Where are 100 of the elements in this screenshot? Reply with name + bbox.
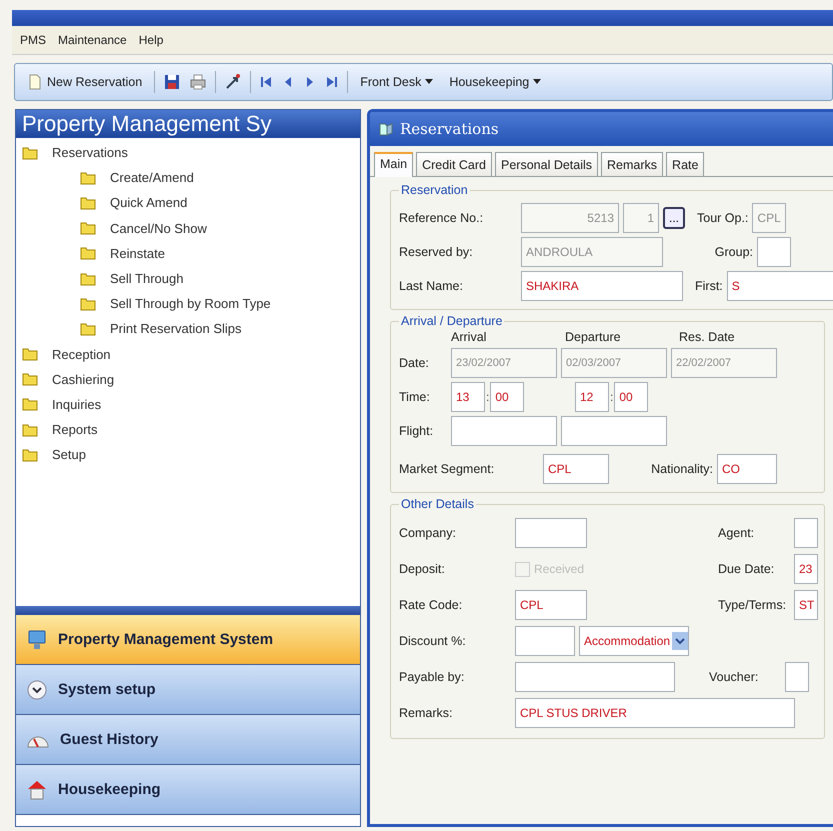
accommodation-dropdown[interactable]: Accommodation (579, 626, 690, 656)
nav-button[interactable]: Property Management System (16, 615, 360, 665)
folder-icon (22, 372, 38, 386)
column-heading: Res. Date (679, 330, 736, 344)
tree-item[interactable]: Print Reservation Slips (16, 316, 360, 342)
panel-title: Property Management Sy (16, 110, 360, 138)
tab[interactable]: Main (374, 152, 414, 177)
printer-icon[interactable] (189, 73, 208, 91)
tree-item[interactable]: Sell Through by Room Type (16, 291, 360, 316)
folder-icon (80, 221, 96, 236)
resize-icon[interactable] (224, 73, 242, 91)
splitter-handle[interactable] (16, 606, 360, 615)
nationality-field[interactable]: CO (717, 454, 777, 484)
house-icon (26, 778, 48, 800)
menu-item[interactable]: Help (138, 33, 164, 47)
payable-by-field[interactable] (515, 662, 675, 692)
due-date-field[interactable]: 23 (794, 554, 818, 584)
tab[interactable]: Rate (666, 152, 704, 176)
group-legend: Other Details (399, 497, 476, 511)
field-label: Group: (714, 245, 753, 259)
field-label: Payable by: (399, 670, 466, 684)
time-separator: : (486, 390, 490, 404)
tree-item[interactable]: Setup (16, 442, 360, 468)
new-reservation-button[interactable]: New Reservation (23, 72, 146, 92)
tree-item[interactable]: Reinstate (16, 240, 360, 266)
first-record-icon[interactable] (259, 74, 274, 90)
tree-item[interactable]: Quick Amend (16, 190, 360, 216)
field-label: Last Name: (399, 279, 464, 293)
tree-item[interactable]: Reports (16, 417, 360, 442)
folder-icon (22, 422, 38, 437)
book-icon (378, 121, 394, 137)
type-terms-field[interactable]: ST (794, 590, 818, 620)
folder-icon (80, 272, 96, 286)
hour-field[interactable]: 12 (575, 382, 609, 412)
nav-button[interactable]: Housekeeping (16, 765, 360, 815)
caret-icon (533, 79, 542, 85)
rate-code-field[interactable]: CPL (515, 590, 587, 620)
tree-item[interactable]: Cancel/No Show (16, 216, 360, 241)
tab[interactable]: Credit Card (416, 152, 492, 176)
group-field[interactable] (757, 237, 791, 267)
folder-icon (22, 397, 38, 412)
checkbox-label: Received (534, 562, 584, 576)
market-segment-field[interactable]: CPL (543, 454, 609, 484)
folder-icon (80, 246, 96, 260)
column-heading: Departure (565, 330, 622, 344)
field-label: Market Segment: (399, 462, 496, 476)
field-label: Discount %: (399, 634, 467, 648)
menu-item[interactable]: Maintenance (58, 33, 127, 47)
field-label: Reserved by: (399, 245, 474, 259)
tab[interactable]: Personal Details (495, 152, 598, 176)
last-record-icon[interactable] (325, 74, 340, 90)
tree-item[interactable]: Reservations (16, 140, 360, 166)
hour-field[interactable]: 13 (451, 382, 485, 412)
minute-field[interactable]: 00 (490, 382, 524, 412)
minute-field[interactable]: 00 (614, 382, 648, 412)
field-label: Company: (399, 526, 457, 540)
folder-icon (80, 170, 96, 185)
company-field[interactable] (515, 518, 587, 548)
folder-icon (22, 146, 38, 160)
toolbar-dropdown[interactable]: Front Desk (356, 73, 438, 91)
field-label: Tour Op.: (697, 211, 748, 225)
tree-item[interactable]: Sell Through (16, 266, 360, 292)
menu-item[interactable]: PMS (20, 33, 46, 47)
tree-item[interactable]: Inquiries (16, 392, 360, 418)
field-label: Time: (399, 390, 431, 404)
field-label: Rate Code: (399, 598, 464, 612)
last-name-field[interactable]: SHAKIRA (521, 271, 683, 301)
field-label: Flight: (399, 424, 434, 438)
nav-button[interactable]: Guest History (16, 715, 360, 765)
flight-field[interactable] (451, 416, 557, 446)
field-label: First: (695, 279, 723, 293)
first-name-field[interactable]: S (726, 271, 833, 301)
field-label: Voucher: (709, 670, 760, 684)
voucher-field[interactable] (785, 662, 809, 692)
remarks-field[interactable]: CPL STUS DRIVER (515, 698, 795, 728)
save-icon[interactable] (163, 73, 182, 91)
agent-field[interactable] (794, 518, 818, 548)
folder-icon (22, 347, 38, 362)
field-label: Due Date: (718, 562, 776, 576)
flight-field[interactable] (561, 416, 667, 446)
folder-icon (80, 196, 96, 210)
toolbar-dropdown[interactable]: Housekeeping (445, 73, 546, 91)
tree-item[interactable]: Reception (16, 342, 360, 367)
tab[interactable]: Remarks (601, 152, 664, 176)
group-legend: Arrival / Departure (399, 314, 504, 328)
field-label: Remarks: (399, 706, 454, 720)
nav-button[interactable]: System setup (16, 665, 360, 715)
discount-field[interactable] (515, 626, 575, 656)
field-label: Agent: (718, 526, 756, 540)
field-label: Deposit: (399, 562, 446, 576)
tree-item[interactable]: Cashiering (16, 366, 360, 392)
monitor-icon (26, 628, 48, 650)
field-label: Reference No.: (399, 211, 484, 225)
caret-icon (425, 79, 434, 85)
field-label: Nationality: (650, 462, 713, 476)
group-legend: Reservation (399, 183, 470, 197)
document-icon (27, 74, 43, 90)
tree-item[interactable]: Create/Amend (16, 165, 360, 190)
column-heading: Arrival (451, 330, 488, 344)
field-label: Date: (399, 356, 430, 370)
